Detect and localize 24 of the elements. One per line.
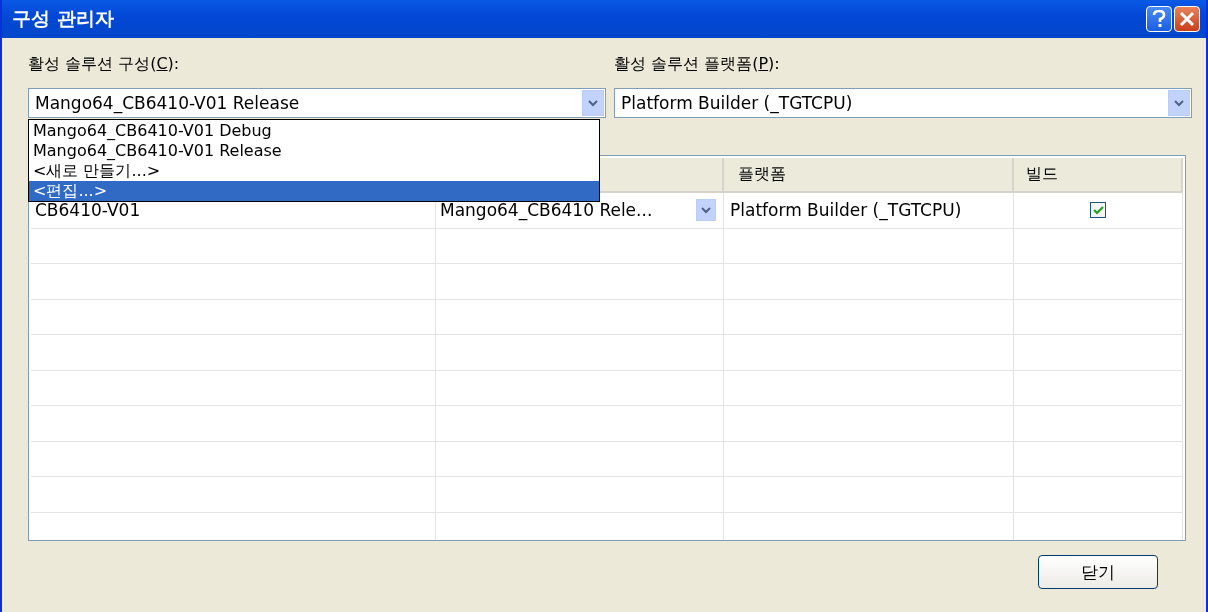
dropdown-button[interactable] [1168, 90, 1190, 116]
table-cell: Platform Builder (_TGTCPU) [724, 193, 1014, 228]
window-title: 구성 관리자 [12, 6, 115, 31]
caret-icon [588, 99, 598, 107]
help-button[interactable] [1146, 6, 1172, 32]
checkmark-icon [1092, 205, 1104, 215]
close-icon [1179, 11, 1195, 27]
field-label: 활성 솔루션 플랫폼(P): [614, 53, 781, 75]
question-mark-icon [1151, 10, 1167, 28]
field-label: 활성 솔루션 구성(C): [28, 53, 181, 75]
dropdown-button[interactable] [582, 90, 604, 116]
dropdown-option[interactable]: <새로 만들기...> [29, 161, 599, 181]
column-header: 플랫폼 [724, 158, 1014, 191]
dropdown-button[interactable] [696, 199, 716, 222]
caret-icon [1174, 99, 1184, 107]
configuration-dropdown[interactable]: Mango64_CB6410-V01 Release [28, 88, 606, 118]
checkbox[interactable] [1090, 202, 1106, 219]
close-button[interactable] [1174, 6, 1200, 32]
column-header: 빌드 [1014, 158, 1183, 191]
platform-dropdown[interactable]: Platform Builder (_TGTCPU) [614, 88, 1192, 118]
close-dialog-button[interactable]: 닫기 [1038, 555, 1158, 589]
dropdown-option[interactable]: Mango64_CB6410-V01 Release [29, 141, 599, 161]
dropdown-option[interactable]: Mango64_CB6410-V01 Debug [29, 121, 599, 141]
caret-icon [701, 206, 711, 214]
